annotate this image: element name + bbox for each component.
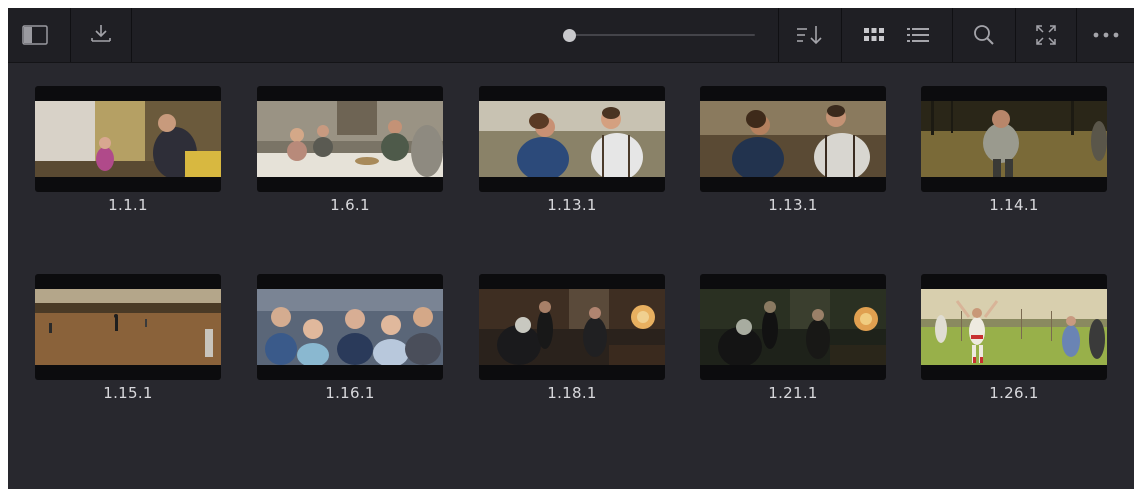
clip-name: 1.13.1 — [768, 196, 818, 214]
clip-name: 1.16.1 — [325, 384, 375, 402]
search-button[interactable] — [953, 8, 1015, 62]
clip-frame-image — [35, 289, 221, 365]
clip-preview — [479, 86, 665, 192]
toolbar-divider — [131, 8, 132, 62]
list-view-button[interactable] — [896, 8, 940, 62]
clip-frame-image — [257, 101, 443, 177]
fullscreen-icon — [1036, 25, 1056, 45]
clip-name: 1.13.1 — [547, 196, 597, 214]
clip-name: 1.15.1 — [103, 384, 153, 402]
sort-icon — [797, 26, 822, 45]
more-options-icon — [1093, 32, 1118, 38]
clip-preview — [921, 86, 1107, 192]
more-options-button[interactable] — [1077, 8, 1134, 62]
search-icon — [974, 25, 994, 45]
import-icon — [91, 25, 111, 42]
media-pool-panel: 1.1.1 1.6.1 1.13.1 1.13.1 1.14.1 1.15.1 … — [8, 8, 1134, 489]
sidebar-toggle-button[interactable] — [8, 8, 62, 62]
clip-frame-image — [257, 289, 443, 365]
clip-name: 1.18.1 — [547, 384, 597, 402]
clip-preview — [479, 274, 665, 380]
slider-track — [569, 34, 755, 36]
clip-preview — [921, 274, 1107, 380]
clip-preview — [35, 86, 221, 192]
clip-frame-image — [35, 101, 221, 177]
clip-thumbnail[interactable]: 1.13.1 — [479, 86, 665, 214]
clip-frame-image — [479, 101, 665, 177]
clip-thumbnail[interactable]: 1.15.1 — [35, 274, 221, 402]
clip-thumbnail[interactable]: 1.6.1 — [257, 86, 443, 214]
clip-frame-image — [700, 101, 886, 177]
clip-preview — [257, 86, 443, 192]
clip-thumbnail[interactable]: 1.18.1 — [479, 274, 665, 402]
clip-preview — [700, 274, 886, 380]
toolbar-divider — [841, 8, 842, 62]
clip-frame-image — [921, 101, 1107, 177]
clip-preview — [257, 274, 443, 380]
sort-button[interactable] — [779, 8, 841, 62]
clip-thumbnail[interactable]: 1.21.1 — [700, 274, 886, 402]
toolbar — [8, 8, 1134, 63]
clip-name: 1.26.1 — [989, 384, 1039, 402]
clip-thumbnail[interactable]: 1.13.1 — [700, 86, 886, 214]
clip-thumbnail[interactable]: 1.1.1 — [35, 86, 221, 214]
clip-name: 1.21.1 — [768, 384, 818, 402]
fullscreen-button[interactable] — [1016, 8, 1076, 62]
list-view-icon — [907, 28, 929, 42]
slider-thumb[interactable] — [563, 29, 576, 42]
import-button[interactable] — [71, 8, 131, 62]
clip-thumbnail[interactable]: 1.16.1 — [257, 274, 443, 402]
clip-thumbnail[interactable]: 1.14.1 — [921, 86, 1107, 214]
clip-grid: 1.1.1 1.6.1 1.13.1 1.13.1 1.14.1 1.15.1 … — [8, 63, 1134, 489]
grid-view-button[interactable] — [852, 8, 896, 62]
grid-view-icon — [864, 28, 884, 41]
clip-frame-image — [700, 289, 886, 365]
clip-frame-image — [921, 289, 1107, 365]
clip-preview — [700, 86, 886, 192]
clip-name: 1.1.1 — [108, 196, 148, 214]
sidebar-toggle-icon — [22, 25, 48, 45]
clip-name: 1.14.1 — [989, 196, 1039, 214]
thumbnail-zoom-slider[interactable] — [563, 25, 763, 45]
clip-preview — [35, 274, 221, 380]
clip-thumbnail[interactable]: 1.26.1 — [921, 274, 1107, 402]
clip-frame-image — [479, 289, 665, 365]
clip-name: 1.6.1 — [330, 196, 370, 214]
